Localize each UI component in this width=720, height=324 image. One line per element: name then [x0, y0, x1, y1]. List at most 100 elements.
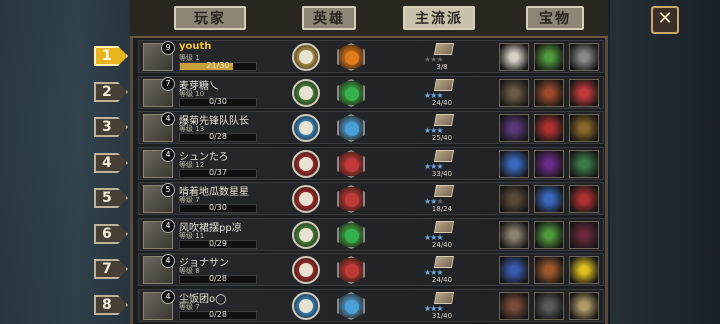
faction-gem[interactable]: [337, 150, 365, 178]
background-right: [610, 0, 720, 324]
player-avatar[interactable]: 4: [143, 290, 175, 320]
progress-text: 21/30: [206, 61, 230, 70]
player-avatar[interactable]: 4: [143, 254, 175, 284]
treasure-slot-3[interactable]: [569, 292, 599, 320]
avatar-badge: 4: [161, 112, 175, 126]
progress-bar: 0/28: [179, 310, 257, 320]
treasure-slot-1[interactable]: [499, 43, 529, 71]
player-avatar[interactable]: 9: [143, 41, 175, 71]
player-avatar[interactable]: 4: [143, 112, 175, 142]
player-row[interactable]: 5 啃着地瓜数星星 等级 7 0/30 ★★★ 18/24: [138, 182, 604, 215]
close-button[interactable]: ✕: [651, 6, 679, 34]
player-row[interactable]: 4 シュンたろ 等级 12 0/37 ★★★ 33/40: [138, 147, 604, 180]
treasure-slot-1[interactable]: [499, 256, 529, 284]
spellbook-icon: [433, 221, 455, 233]
progress-bar: 0/37: [179, 168, 257, 178]
hero-portrait[interactable]: [292, 43, 320, 71]
spellbook-icon: [433, 256, 455, 268]
player-row[interactable]: 4 风吹裙摆pp凉 等级 11 0/29 ★★★ 24/40: [138, 218, 604, 251]
player-avatar[interactable]: 5: [143, 183, 175, 213]
hero-icon: [299, 50, 313, 64]
treasure-slot-3[interactable]: [569, 221, 599, 249]
progress-text: 0/30: [209, 203, 227, 212]
hero-icon: [299, 192, 313, 206]
treasure-slot-3[interactable]: [569, 256, 599, 284]
player-avatar[interactable]: 4: [143, 148, 175, 178]
progress-text: 0/30: [209, 97, 227, 106]
faction-score: 24/40: [431, 99, 453, 107]
avatar-badge: 4: [161, 290, 175, 304]
hero-portrait[interactable]: [292, 79, 320, 107]
faction-gem[interactable]: [337, 185, 365, 213]
treasure-slot-3[interactable]: [569, 185, 599, 213]
spellbook-icon: [433, 292, 455, 304]
tab-heroes[interactable]: 英雄: [302, 6, 356, 30]
hero-portrait[interactable]: [292, 221, 320, 249]
hero-portrait[interactable]: [292, 114, 320, 142]
player-row[interactable]: 9 youth 等级 1 21/30 ★★★ 3/8: [138, 40, 604, 73]
player-row[interactable]: 4 尘饭团o◯ 等级 7 0/28 ★★★ 31/40: [138, 289, 604, 322]
tab-main-faction[interactable]: 主流派: [403, 6, 475, 30]
treasure-slot-1[interactable]: [499, 292, 529, 320]
treasure-slot-2[interactable]: [534, 114, 564, 142]
hero-icon: [299, 157, 313, 171]
treasure-slot-2[interactable]: [534, 43, 564, 71]
treasure-slot-3[interactable]: [569, 150, 599, 178]
treasure-slot-1[interactable]: [499, 150, 529, 178]
treasure-slot-3[interactable]: [569, 114, 599, 142]
avatar-badge: 4: [161, 254, 175, 268]
faction-score: 18/24: [431, 205, 453, 213]
treasure-slot-1[interactable]: [499, 221, 529, 249]
avatar-badge: 4: [161, 148, 175, 162]
avatar-badge: 7: [161, 77, 175, 91]
treasure-slot-3[interactable]: [569, 79, 599, 107]
player-row[interactable]: 4 ジョナサン 等级 8 0/28 ★★★ 24/40: [138, 253, 604, 286]
faction-icon: [345, 87, 359, 101]
hero-portrait[interactable]: [292, 150, 320, 178]
hero-portrait[interactable]: [292, 292, 320, 320]
treasure-slot-1[interactable]: [499, 79, 529, 107]
treasure-slot-2[interactable]: [534, 256, 564, 284]
faction-score: 24/40: [431, 276, 453, 284]
player-avatar[interactable]: 4: [143, 219, 175, 249]
progress-text: 0/28: [209, 310, 227, 319]
player-row[interactable]: 4 爆菊先锋队队长 等级 13 0/28 ★★★ 25/40: [138, 111, 604, 144]
faction-score: 3/8: [436, 63, 448, 71]
progress-text: 0/28: [209, 132, 227, 141]
treasure-slot-1[interactable]: [499, 185, 529, 213]
faction-score: 25/40: [431, 134, 453, 142]
progress-bar: 21/30: [179, 61, 257, 71]
treasure-slot-1[interactable]: [499, 114, 529, 142]
avatar-badge: 5: [161, 183, 175, 197]
treasure-slot-2[interactable]: [534, 292, 564, 320]
treasure-slot-2[interactable]: [534, 150, 564, 178]
faction-gem[interactable]: [337, 43, 365, 71]
faction-score: 33/40: [431, 170, 453, 178]
tab-players[interactable]: 玩家: [174, 6, 246, 30]
progress-text: 0/29: [209, 239, 227, 248]
faction-gem[interactable]: [337, 292, 365, 320]
treasure-slot-2[interactable]: [534, 79, 564, 107]
hero-icon: [299, 263, 313, 277]
progress-bar: 0/28: [179, 274, 257, 284]
faction-icon: [345, 264, 359, 278]
player-avatar[interactable]: 7: [143, 77, 175, 107]
tab-treasures[interactable]: 宝物: [526, 6, 584, 30]
player-row[interactable]: 7 麦芽糖乀 等级 10 0/30 ★★★ 24/40: [138, 76, 604, 109]
hero-portrait[interactable]: [292, 185, 320, 213]
faction-gem[interactable]: [337, 79, 365, 107]
player-name: youth: [179, 41, 212, 52]
avatar-badge: 4: [161, 219, 175, 233]
progress-bar: 0/30: [179, 203, 257, 213]
treasure-slot-2[interactable]: [534, 221, 564, 249]
faction-gem[interactable]: [337, 114, 365, 142]
treasure-slot-2[interactable]: [534, 185, 564, 213]
faction-gem[interactable]: [337, 221, 365, 249]
treasure-slot-3[interactable]: [569, 43, 599, 71]
faction-icon: [345, 158, 359, 172]
faction-icon: [345, 193, 359, 207]
faction-gem[interactable]: [337, 256, 365, 284]
hero-portrait[interactable]: [292, 256, 320, 284]
avatar-badge: 9: [161, 41, 175, 55]
progress-bar: 0/30: [179, 97, 257, 107]
